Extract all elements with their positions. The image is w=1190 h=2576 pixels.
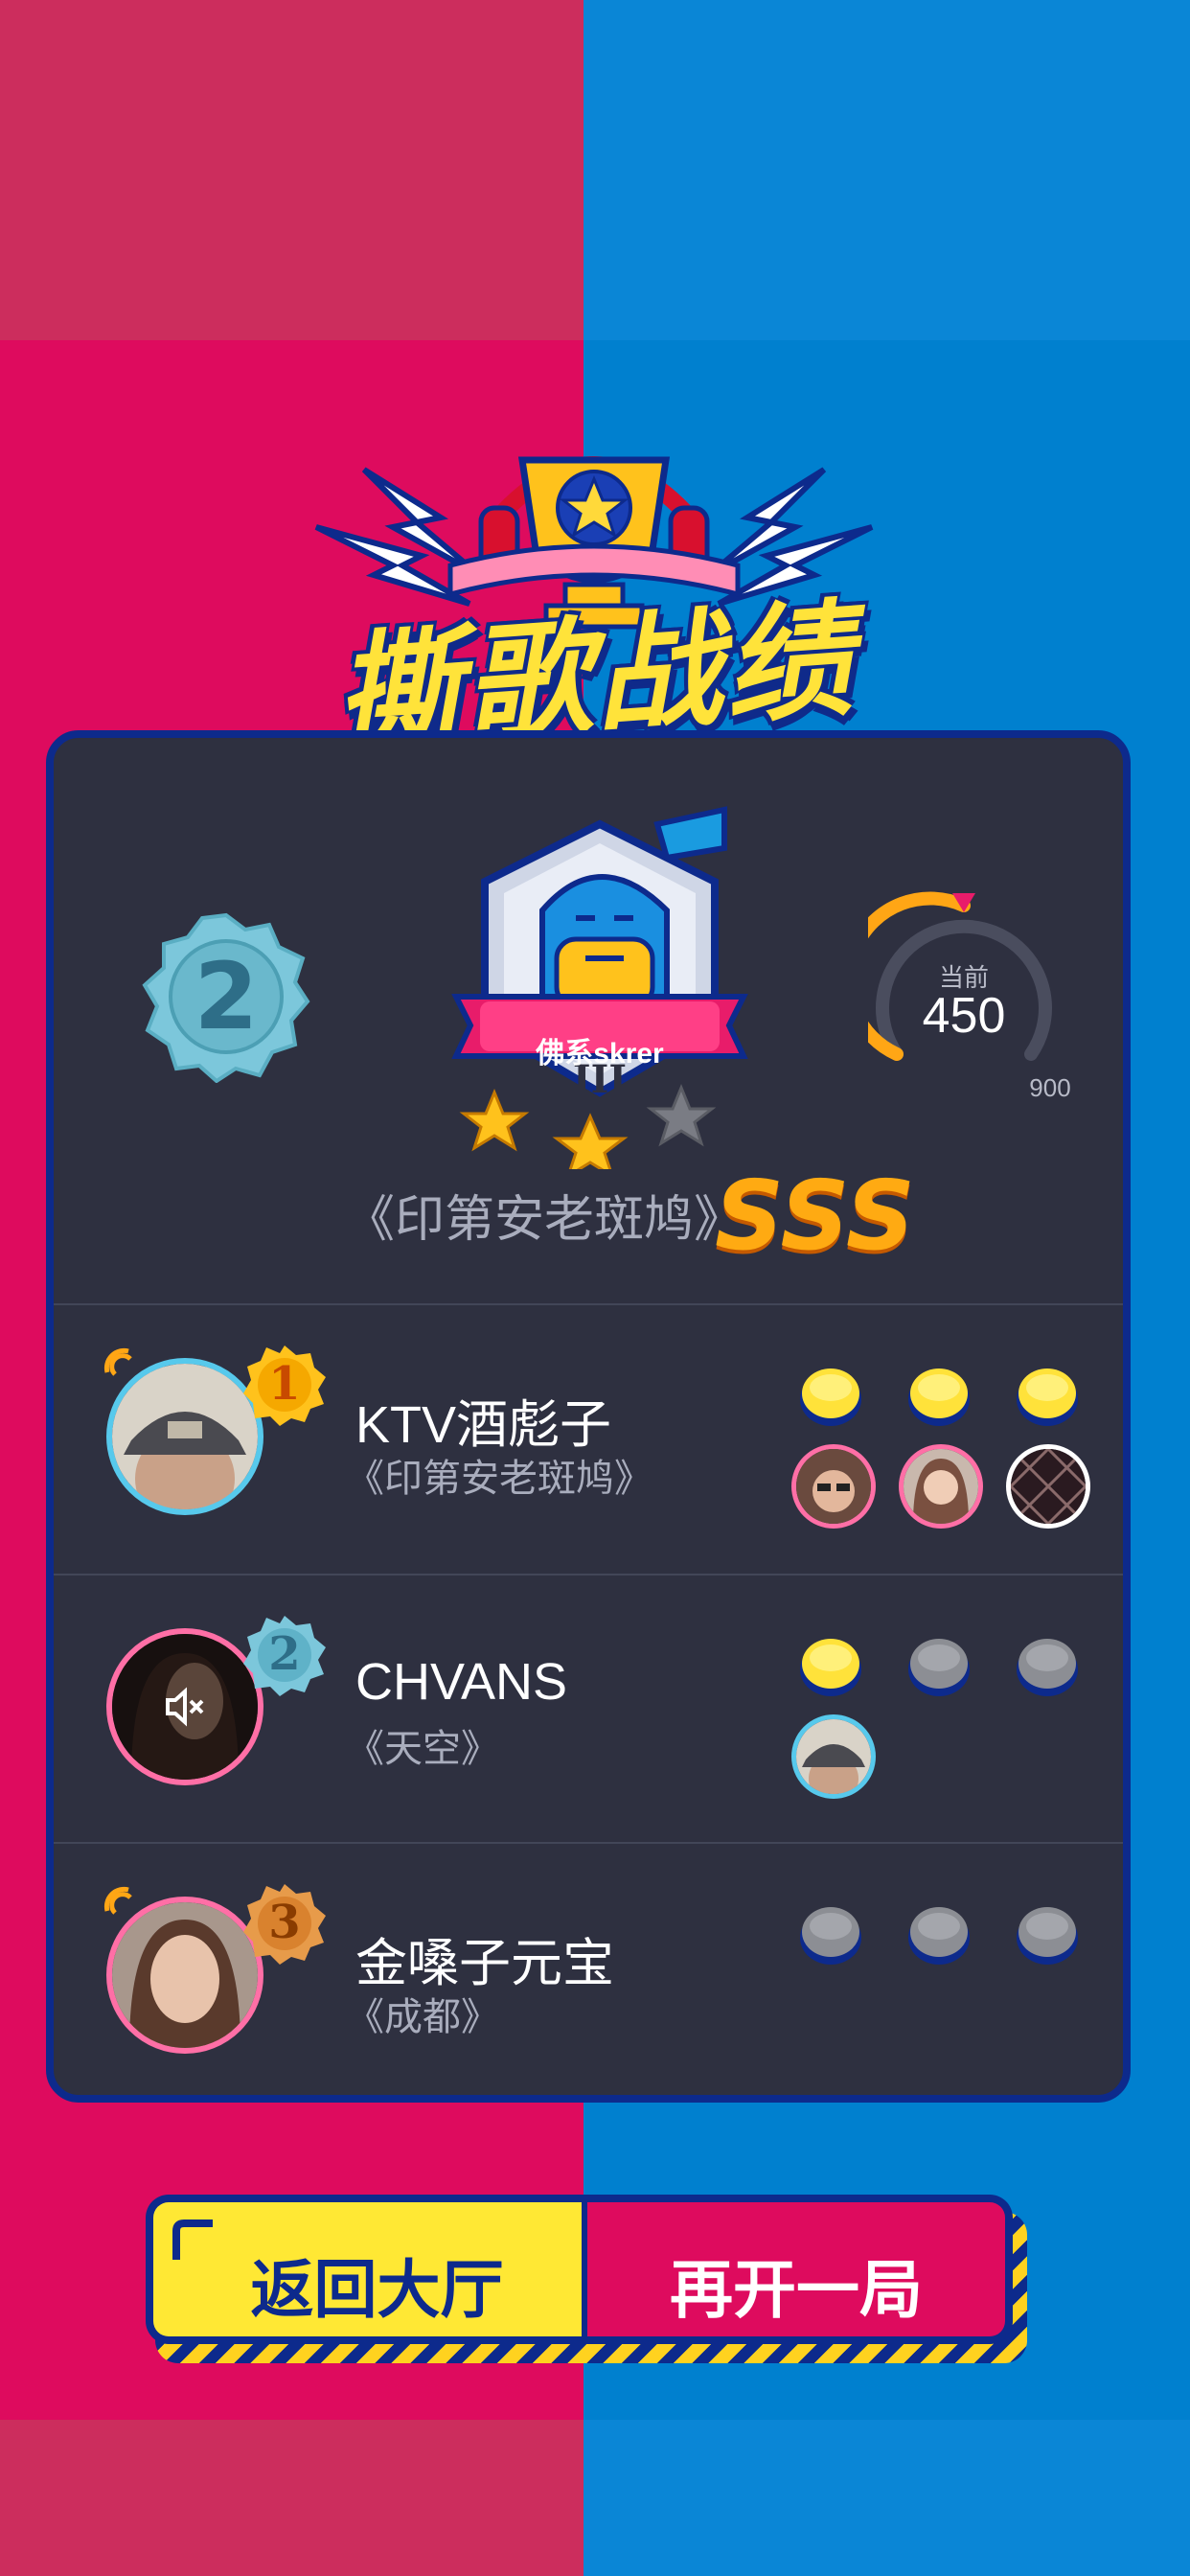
player-song: 《天空》 — [346, 1728, 499, 1770]
score-gauge: 当前 450 900 — [841, 891, 1098, 1121]
play-again-button[interactable]: 再开一局 — [582, 2195, 1013, 2344]
rank-badge: 2 — [140, 910, 312, 1084]
back-button-label: 返回大厅 — [250, 2254, 504, 2325]
speaking-icon — [103, 1347, 132, 1376]
avatar-pattern-icon — [1011, 1449, 1086, 1524]
rank-medal: 3 — [243, 1882, 326, 1965]
grey-coin-icon — [1017, 1907, 1078, 1965]
level-badge: III 佛系skrer — [437, 805, 763, 1180]
player-row[interactable]: 2 CHVANS 《天空》 — [54, 1576, 1123, 1842]
avatar-cap-icon — [796, 1719, 871, 1794]
score-max: 900 — [1029, 1073, 1071, 1102]
voter-avatars — [791, 1714, 1098, 1810]
grey-coin-icon — [908, 1907, 970, 1965]
action-button-bar: 返回大厅 再开一局 — [146, 2195, 1027, 2363]
gold-coin-icon — [800, 1368, 861, 1426]
grey-coin-icon — [1017, 1639, 1078, 1696]
avatar-girl-icon — [904, 1449, 978, 1524]
avatar[interactable] — [106, 1897, 263, 2054]
voter-avatar[interactable] — [791, 1444, 876, 1529]
rank-medal: 1 — [243, 1344, 326, 1426]
voter-avatar[interactable] — [899, 1444, 983, 1529]
results-card: 2 III 佛系skrer 当前 450 900 《印第安老斑鸠》 SSS 1 … — [46, 730, 1131, 2103]
vote-coins — [796, 1363, 1093, 1439]
rank-medal-number: 3 — [268, 1896, 301, 1949]
gold-coin-icon — [908, 1368, 970, 1426]
avatar-cap-icon — [112, 1364, 258, 1509]
grey-coin-icon — [800, 1907, 861, 1965]
player-name: CHVANS — [355, 1653, 568, 1711]
player-row[interactable]: 1 KTV酒彪子 《印第安老斑鸠》 — [54, 1305, 1123, 1572]
voter-avatar[interactable] — [791, 1714, 876, 1799]
song-title: 《印第安老斑鸠》 — [344, 1192, 744, 1248]
speaking-icon — [103, 1886, 132, 1915]
player-song: 《印第安老斑鸠》 — [346, 1458, 652, 1500]
back-to-lobby-button[interactable]: 返回大厅 — [146, 2195, 582, 2344]
rank-number: 2 — [194, 943, 259, 1050]
star-empty-icon — [646, 1084, 717, 1147]
rank-medal-number: 1 — [268, 1357, 301, 1411]
voter-avatar[interactable] — [1006, 1444, 1090, 1529]
again-button-label: 再开一局 — [670, 2254, 923, 2325]
star-earned-icon — [552, 1113, 629, 1180]
voter-avatars — [791, 1444, 1098, 1540]
star-earned-icon — [459, 1089, 530, 1152]
grade-label: SSS — [715, 1160, 915, 1272]
level-mascot-icon: III — [451, 806, 748, 1180]
avatar-girl-icon — [112, 1902, 258, 2048]
rank-medal-number: 2 — [268, 1627, 301, 1681]
gold-coin-icon — [1017, 1368, 1078, 1426]
level-name: 佛系skrer — [536, 1038, 664, 1070]
score-value: 450 — [922, 988, 1006, 1044]
gold-coin-icon — [800, 1639, 861, 1696]
rank-medal: 2 — [243, 1614, 326, 1696]
player-row[interactable]: 3 金嗓子元宝 《成都》 — [54, 1844, 1123, 2110]
player-song: 《成都》 — [346, 1996, 499, 2038]
grey-coin-icon — [908, 1639, 970, 1696]
avatar[interactable] — [106, 1628, 263, 1785]
avatar-glasses-icon — [796, 1449, 871, 1524]
muted-icon — [166, 1687, 204, 1727]
vote-coins — [796, 1901, 1093, 1978]
vote-coins — [796, 1633, 1093, 1710]
avatar[interactable] — [106, 1358, 263, 1515]
